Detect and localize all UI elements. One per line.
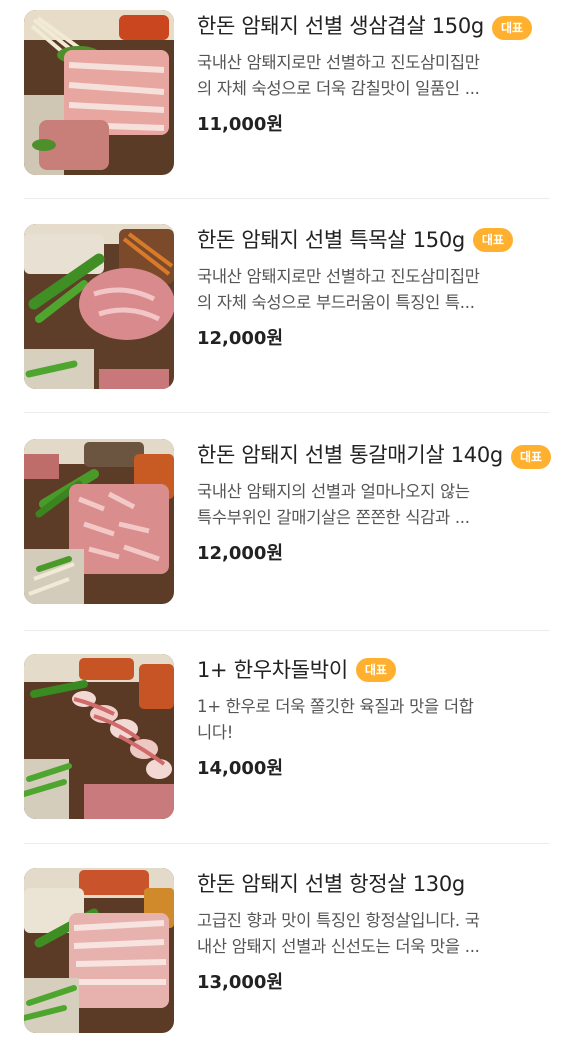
signature-badge: 대표 (355, 658, 396, 682)
description-line: 국내산 암퇘지의 선별과 얼마나오지 않는 (197, 482, 470, 501)
menu-item-title: 1+ 한우차돌박이 (197, 658, 348, 682)
item-divider (24, 198, 550, 199)
item-divider (24, 843, 550, 844)
item-divider (24, 630, 550, 631)
description-line: 고급진 향과 맛이 특징인 항정살입니다. 국 (197, 911, 480, 930)
description-line: 국내산 암퇘지로만 선별하고 진도삼미집만 (197, 53, 480, 72)
menu-item-info: 1+ 한우차돌박이 대표 1+ 한우로 더욱 쫄깃한 육질과 맛을 더합 니다!… (197, 654, 554, 780)
menu-item-title: 한돈 암퇘지 선별 통갈매기살 140g (197, 443, 503, 467)
description-line: 의 자체 숙성으로 더욱 감칠맛이 일품인 ... (197, 79, 480, 98)
menu-item-price: 14,000원 (197, 758, 284, 779)
menu-item[interactable]: 1+ 한우차돌박이 대표 1+ 한우로 더욱 쫄깃한 육질과 맛을 더합 니다!… (0, 654, 574, 819)
menu-item[interactable]: 한돈 암퇘지 선별 항정살 130g 고급진 향과 맛이 특징인 항정살입니다.… (0, 868, 574, 1033)
menu-item-price: 12,000원 (197, 328, 284, 349)
description-line: 의 자체 숙성으로 부드러움이 특징인 특... (197, 293, 475, 312)
menu-item-price: 13,000원 (197, 972, 284, 993)
description-line: 특수부위인 갈매기살은 쫀쫀한 식감과 ... (197, 508, 470, 527)
menu-item-photo[interactable] (24, 224, 174, 389)
description-line: 니다! (197, 723, 234, 742)
menu-item-info: 한돈 암퇘지 선별 통갈매기살 140g 대표 국내산 암퇘지의 선별과 얼마나… (197, 439, 554, 565)
menu-item-title: 한돈 암퇘지 선별 생삼겹살 150g (197, 14, 484, 38)
menu-item-photo[interactable] (24, 439, 174, 604)
menu-list: 한돈 암퇘지 선별 생삼겹살 150g 대표 국내산 암퇘지로만 선별하고 진도… (0, 0, 574, 1050)
menu-item-description: 국내산 암퇘지로만 선별하고 진도삼미집만 의 자체 숙성으로 더욱 감칠맛이 … (197, 50, 554, 102)
menu-item-price: 11,000원 (197, 114, 284, 135)
menu-item-info: 한돈 암퇘지 선별 항정살 130g 고급진 향과 맛이 특징인 항정살입니다.… (197, 868, 554, 994)
menu-item-description: 국내산 암퇘지로만 선별하고 진도삼미집만 의 자체 숙성으로 부드러움이 특징… (197, 264, 554, 316)
menu-item-info: 한돈 암퇘지 선별 생삼겹살 150g 대표 국내산 암퇘지로만 선별하고 진도… (197, 10, 554, 136)
menu-item[interactable]: 한돈 암퇘지 선별 생삼겹살 150g 대표 국내산 암퇘지로만 선별하고 진도… (0, 10, 574, 175)
menu-item[interactable]: 한돈 암퇘지 선별 통갈매기살 140g 대표 국내산 암퇘지의 선별과 얼마나… (0, 439, 574, 604)
menu-item-description: 국내산 암퇘지의 선별과 얼마나오지 않는 특수부위인 갈매기살은 쫀쫀한 식감… (197, 479, 554, 531)
signature-badge: 대표 (510, 445, 552, 469)
menu-item-title: 한돈 암퇘지 선별 항정살 130g (197, 872, 465, 896)
signature-badge: 대표 (491, 16, 533, 40)
menu-item-info: 한돈 암퇘지 선별 특목살 150g 대표 국내산 암퇘지로만 선별하고 진도삼… (197, 224, 554, 350)
menu-item[interactable]: 한돈 암퇘지 선별 특목살 150g 대표 국내산 암퇘지로만 선별하고 진도삼… (0, 224, 574, 389)
description-line: 내산 암퇘지 선별과 신선도는 더욱 맛을 ... (197, 937, 480, 956)
menu-item-photo[interactable] (24, 868, 174, 1033)
menu-item-description: 1+ 한우로 더욱 쫄깃한 육질과 맛을 더합 니다! (197, 694, 554, 746)
menu-item-description: 고급진 향과 맛이 특징인 항정살입니다. 국 내산 암퇘지 선별과 신선도는 … (197, 908, 554, 960)
description-line: 1+ 한우로 더욱 쫄깃한 육질과 맛을 더합 (197, 697, 474, 716)
signature-badge: 대표 (472, 228, 514, 252)
menu-item-price: 12,000원 (197, 543, 284, 564)
menu-item-photo[interactable] (24, 10, 174, 175)
description-line: 국내산 암퇘지로만 선별하고 진도삼미집만 (197, 267, 480, 286)
menu-item-title: 한돈 암퇘지 선별 특목살 150g (197, 228, 465, 252)
menu-item-photo[interactable] (24, 654, 174, 819)
item-divider (24, 412, 550, 413)
